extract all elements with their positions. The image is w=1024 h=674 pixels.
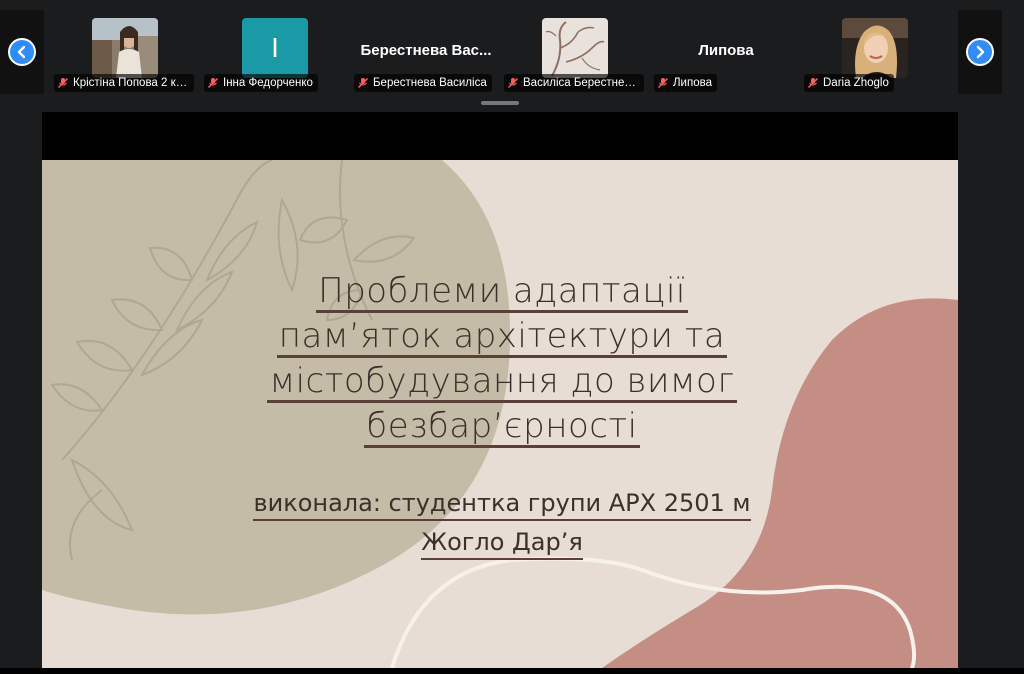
next-page-panel (958, 10, 1002, 94)
participant-video (92, 18, 158, 78)
participant-name: Крістіна Попова 2 кур... (73, 77, 189, 89)
participant-label: Василіса Берестнева А... (504, 74, 644, 92)
prev-page-button[interactable] (8, 38, 36, 66)
participant-tile[interactable]: Берестнева Вас... Берестнева Василіса (352, 10, 500, 94)
strip-drag-handle[interactable] (481, 101, 519, 105)
participant-label: Берестнева Василіса (354, 74, 492, 92)
mic-muted-icon (658, 78, 668, 88)
slide-subtitle-line: виконала: студентка групи АРХ 2501 м (253, 488, 751, 521)
avatar-initial: I (271, 32, 279, 63)
mic-muted-icon (58, 78, 68, 88)
participant-tile[interactable]: Крістіна Попова 2 кур... (52, 10, 200, 94)
mic-muted-icon (508, 78, 518, 88)
prev-page-panel (0, 10, 44, 94)
slide-title: Проблеми адаптації пам’яток архітектури … (242, 270, 762, 450)
slide-title-line: безбар’єрності (364, 406, 640, 448)
participant-tile[interactable]: Липова Липова (652, 10, 800, 94)
chevron-left-icon (17, 45, 26, 59)
participant-avatar: I (242, 18, 308, 78)
slide-title-line: містобудування до вимог (267, 361, 737, 403)
participant-label: Інна Федорченко (204, 74, 318, 92)
participant-tile[interactable]: Daria Zhoglo (802, 10, 950, 94)
participant-name: Василіса Берестнева А... (523, 77, 639, 89)
participant-name: Daria Zhoglo (823, 77, 889, 89)
participant-tile[interactable]: I Інна Федорченко (202, 10, 350, 94)
participant-tile[interactable]: Василіса Берестнева А... (502, 10, 650, 94)
participant-video (542, 18, 608, 78)
participant-display-name: Липова (698, 42, 754, 59)
participant-name: Інна Федорченко (223, 77, 313, 89)
participant-label: Липова (654, 74, 717, 92)
slide-title-line: пам’яток архітектури та (276, 316, 728, 358)
next-page-button[interactable] (966, 38, 994, 66)
slide-subtitle: виконала: студентка групи АРХ 2501 м Жог… (222, 486, 782, 564)
bottom-edge (0, 668, 1024, 674)
participant-label: Крістіна Попова 2 кур... (54, 74, 194, 92)
mic-muted-icon (358, 78, 368, 88)
participant-name: Липова (673, 77, 712, 89)
mic-muted-icon (808, 78, 818, 88)
presentation-slide: Проблеми адаптації пам’яток архітектури … (42, 160, 958, 668)
mic-muted-icon (208, 78, 218, 88)
slide-subtitle-line: Жогло Дар’я (421, 527, 583, 560)
shared-screen: Проблеми адаптації пам’яток архітектури … (42, 112, 958, 668)
participant-display-name: Берестнева Вас... (360, 42, 492, 59)
participant-name: Берестнева Василіса (373, 77, 487, 89)
meeting-window: Крістіна Попова 2 кур... I Інна Федорчен… (0, 0, 1024, 674)
participant-label: Daria Zhoglo (804, 74, 894, 92)
participant-strip: Крістіна Попова 2 кур... I Інна Федорчен… (0, 0, 1024, 110)
slide-title-line: Проблеми адаптації (316, 271, 688, 313)
chevron-right-icon (976, 45, 985, 59)
participant-video (842, 18, 908, 78)
